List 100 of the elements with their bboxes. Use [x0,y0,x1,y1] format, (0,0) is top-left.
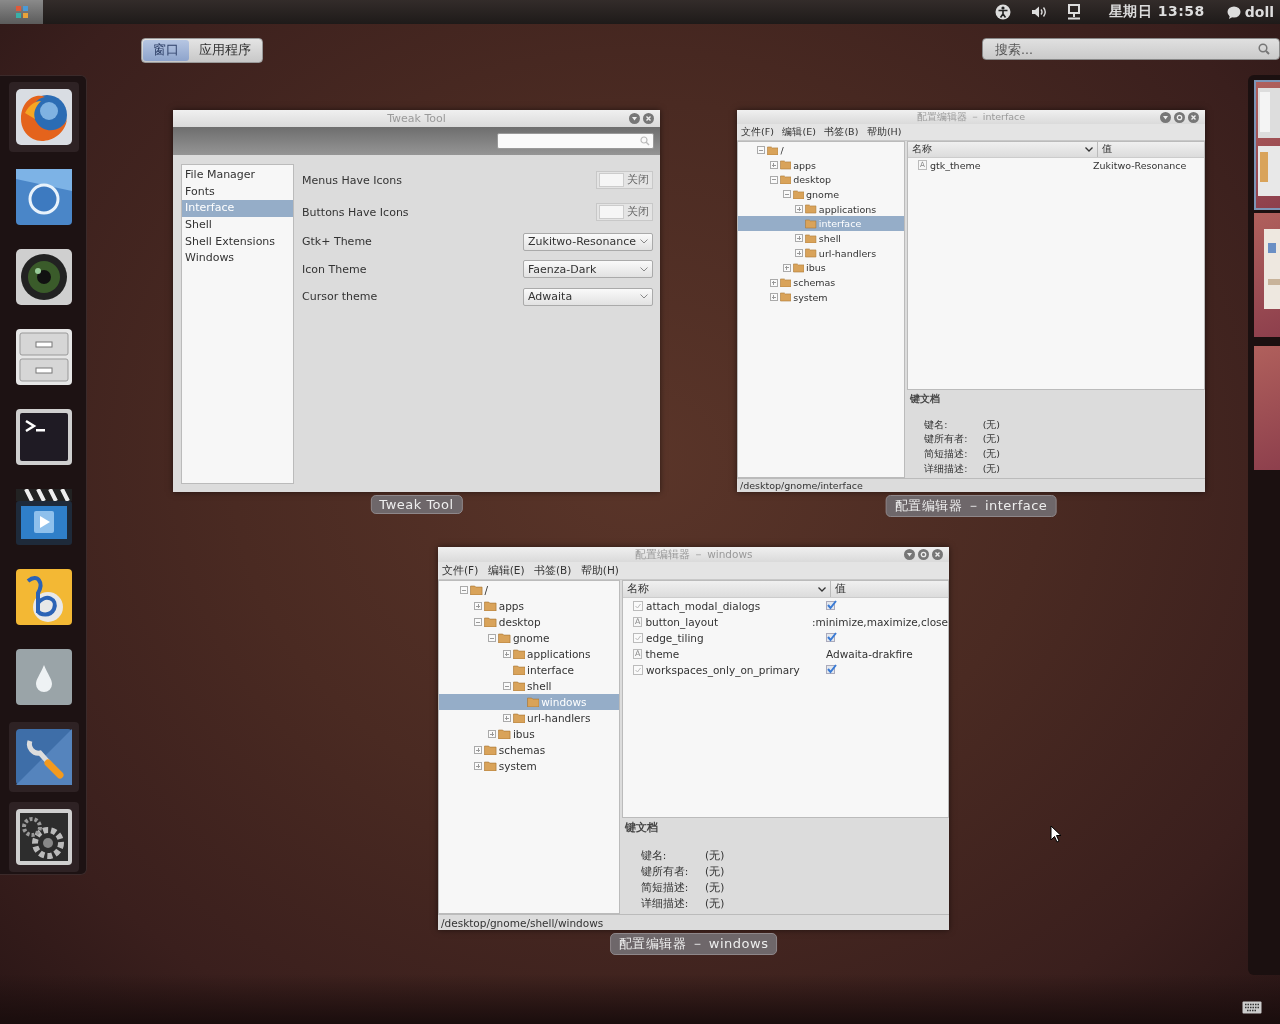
tree-item[interactable]: / [439,582,619,598]
category-item[interactable]: Shell [182,217,293,234]
expand-icon[interactable] [474,762,483,770]
toggle-switch[interactable]: 关闭 [596,203,653,221]
menu-item[interactable]: 文件(F) [741,125,774,139]
expand-icon[interactable] [474,602,483,610]
menu-item[interactable]: 编辑(E) [782,125,816,139]
theme-dropdown[interactable]: Zukitwo-Resonance [523,232,653,251]
category-item[interactable]: Fonts [182,183,293,201]
key-name: workspaces_only_on_primary [646,664,800,676]
value-checkbox[interactable] [826,632,837,642]
tree-item[interactable]: desktop [738,172,904,188]
expand-icon[interactable] [502,714,511,722]
tree-item[interactable]: interface [439,662,619,678]
menu-item[interactable]: 帮助(H) [866,125,902,139]
menu-item[interactable]: 书签(B) [824,125,859,139]
tree-item[interactable]: system [738,289,904,305]
expand-icon[interactable] [782,263,791,272]
expand-icon[interactable] [488,730,497,738]
sort-icon [818,586,826,592]
theme-dropdown[interactable]: Faenza-Dark [523,260,653,279]
setting-label: Cursor theme [302,290,378,304]
tree-item[interactable]: ibus [439,726,619,742]
value-checkbox[interactable] [826,600,837,610]
collapse-icon[interactable] [757,146,765,155]
column-header[interactable]: 值 [1098,142,1116,157]
volume-icon[interactable] [1030,5,1047,19]
collapse-icon[interactable] [782,190,791,199]
user-menu[interactable]: doll [1226,4,1274,20]
column-header[interactable]: 名称 [908,142,1098,157]
maximize-button[interactable] [1174,111,1185,123]
setting-label: Gtk+ Theme [302,235,372,249]
activities-button[interactable] [0,0,43,24]
tree-item[interactable]: schemas [439,742,619,758]
category-item[interactable]: File Manager [182,167,293,184]
tree-item[interactable]: ibus [738,260,904,276]
expand-icon[interactable] [795,249,804,258]
menu-item[interactable]: 书签(B) [533,563,572,578]
expand-icon[interactable] [769,161,778,170]
tree-item[interactable]: apps [439,598,619,614]
category-item[interactable]: Windows [182,250,293,268]
expand-icon[interactable] [502,650,511,658]
tree-item[interactable]: system [439,758,619,774]
value-checkbox[interactable] [826,664,837,674]
column-header[interactable]: 值 [831,581,850,597]
expand-icon[interactable] [474,746,483,754]
tree-item[interactable]: shell [738,231,904,246]
tree-item[interactable]: applications [738,201,904,217]
theme-dropdown[interactable]: Adwaita [523,287,653,306]
category-item[interactable]: Shell Extensions [182,233,293,251]
dock-item[interactable] [9,82,79,152]
expand-icon[interactable] [795,234,804,243]
tree-item[interactable]: schemas [738,275,904,290]
keyboard-icon[interactable] [1242,1001,1262,1014]
tree-item[interactable]: gnome [439,630,619,646]
maximize-button[interactable] [918,549,929,560]
menu-item[interactable]: 帮助(H) [580,563,619,578]
grid-icon [14,5,29,19]
accessibility-icon[interactable] [994,4,1011,20]
minimize-button[interactable] [629,113,640,124]
search-field[interactable] [497,133,654,149]
close-button[interactable] [1188,111,1199,123]
tree-item[interactable]: url-handlers [738,245,904,261]
view-tab[interactable]: 窗口 [143,40,189,61]
menu-item[interactable]: 文件(F) [442,563,479,578]
expand-icon[interactable] [795,205,804,214]
minimize-button[interactable] [904,549,915,560]
folder-icon [779,292,792,302]
dock-item[interactable] [9,802,79,872]
collapse-icon[interactable] [460,586,468,594]
chevron-icon [640,266,648,272]
view-tab[interactable]: 应用程序 [189,40,261,61]
collapse-icon[interactable] [474,618,483,626]
collapse-icon[interactable] [502,682,511,690]
field-value: (无) [705,897,725,910]
toggle-switch[interactable]: 关闭 [596,171,653,189]
menu-item[interactable]: 编辑(E) [487,563,525,578]
collapse-icon[interactable] [769,175,778,184]
tree-item[interactable]: url-handlers [439,710,619,726]
tree-item[interactable]: / [738,143,904,158]
field-value: (无) [705,849,725,863]
tree-item[interactable]: applications [439,646,619,662]
minimize-button[interactable] [1160,111,1171,123]
folder-icon [512,648,526,660]
expand-icon[interactable] [769,278,778,287]
dock-item[interactable] [9,722,79,792]
field-label: 键名: [640,849,668,863]
collapse-icon[interactable] [488,634,497,642]
expand-icon[interactable] [769,293,778,302]
search-field[interactable]: 搜索... [982,38,1280,60]
column-header[interactable]: 名称 [623,581,831,597]
tree-item[interactable]: desktop [439,614,619,630]
tree-item[interactable]: shell [439,678,619,694]
close-button[interactable] [932,549,943,560]
field-label: 详细描述: [640,897,689,910]
network-icon[interactable] [1066,4,1081,20]
clock[interactable]: 星期日 13:58 [1108,3,1205,21]
tree-item[interactable]: gnome [738,187,904,202]
close-button[interactable] [643,113,654,124]
tree-item[interactable]: apps [738,157,904,173]
